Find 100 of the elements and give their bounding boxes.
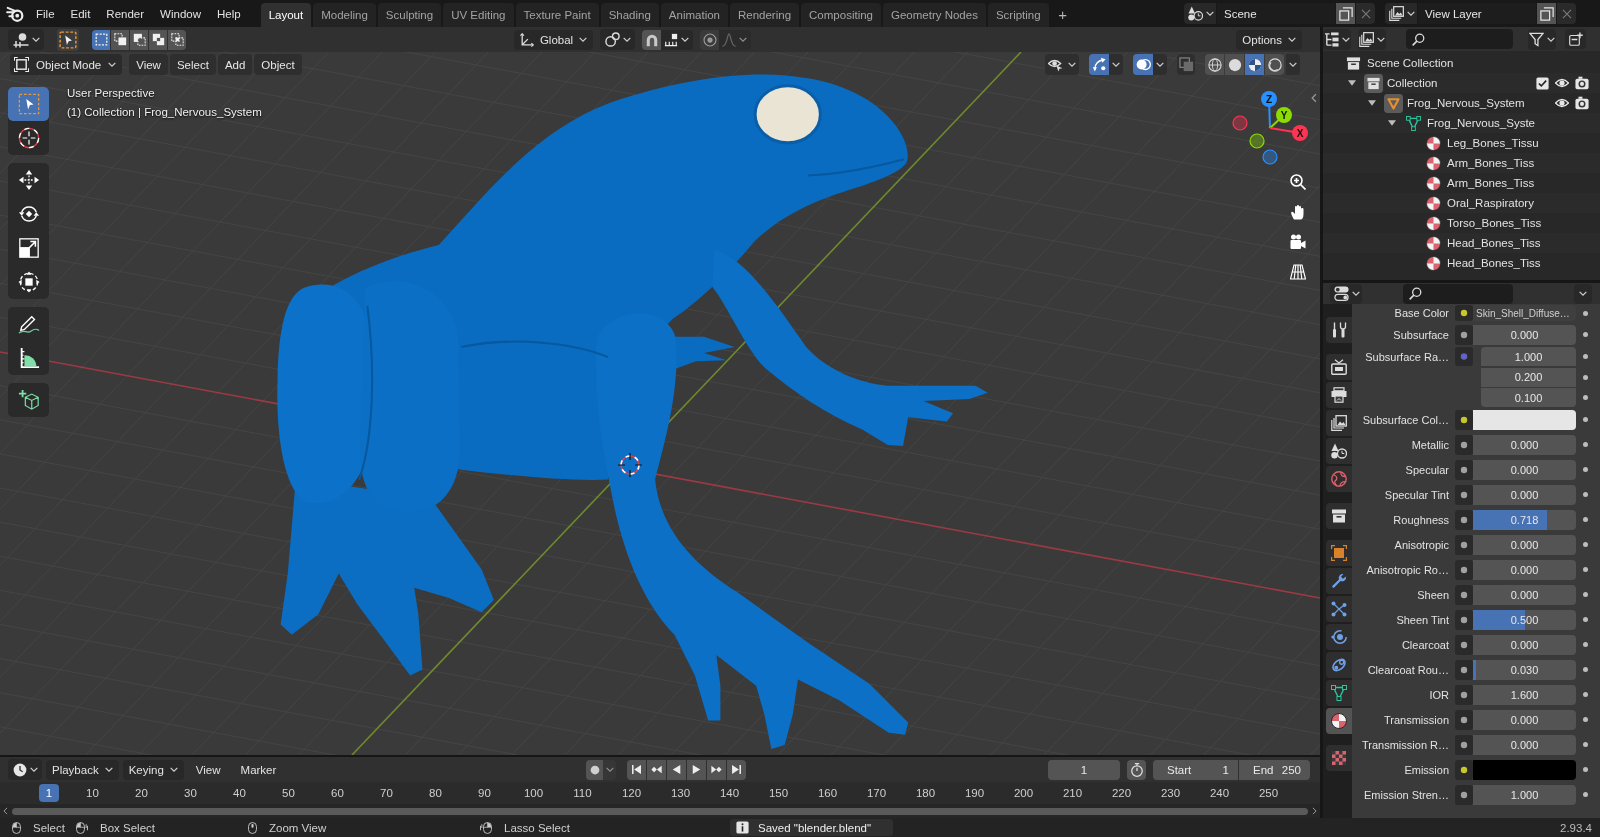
- playback-button[interactable]: [647, 759, 667, 780]
- duplicate-button[interactable]: [1537, 3, 1556, 24]
- workspace-tab[interactable]: Modeling: [313, 3, 376, 27]
- select-mode-button[interactable]: [149, 29, 167, 50]
- properties-tab[interactable]: [1326, 708, 1352, 734]
- keyframe-dot-icon[interactable]: [1582, 617, 1588, 622]
- outliner-row[interactable]: Arm_Bones_Tiss: [1323, 173, 1600, 193]
- properties-tab[interactable]: [1326, 354, 1352, 380]
- select-mode-button[interactable]: [111, 29, 129, 50]
- shading-button[interactable]: [1245, 54, 1264, 75]
- number-field[interactable]: 0.000: [1473, 534, 1576, 555]
- end-frame-field[interactable]: End 250: [1239, 759, 1310, 780]
- properties-tab[interactable]: [1326, 568, 1352, 594]
- properties-tab[interactable]: [1326, 624, 1352, 650]
- workspace-tab[interactable]: UV Editing: [443, 3, 514, 27]
- editor-type-dropdown[interactable]: [8, 759, 42, 780]
- number-field[interactable]: 1.000: [1473, 784, 1576, 805]
- playback-button[interactable]: [667, 759, 687, 780]
- number-field[interactable]: 1.000: [1481, 347, 1576, 366]
- shading-button[interactable]: [1265, 54, 1284, 75]
- number-field[interactable]: 0.000: [1473, 584, 1576, 605]
- axis-dot-icon[interactable]: [1249, 133, 1265, 149]
- keyframe-dot-icon[interactable]: [1582, 354, 1588, 359]
- keyframe-dot-icon[interactable]: [1582, 442, 1588, 447]
- keyframe-dot-icon[interactable]: [1582, 742, 1588, 747]
- snap-toggle[interactable]: [642, 29, 662, 50]
- shading-button[interactable]: [1225, 54, 1244, 75]
- outliner-row[interactable]: Head_Bones_Tiss: [1323, 253, 1600, 273]
- start-frame-field[interactable]: Start 1: [1153, 759, 1238, 780]
- keyframe-dot-icon[interactable]: [1582, 517, 1588, 522]
- overlay-toggle[interactable]: [1133, 54, 1153, 75]
- outliner-row[interactable]: Scene Collection: [1323, 53, 1600, 73]
- pivot-dropdown[interactable]: [8, 29, 44, 50]
- keyframe-dot-icon[interactable]: [1582, 667, 1588, 672]
- current-frame-field[interactable]: 1: [1048, 759, 1120, 780]
- outliner-row[interactable]: Torso_Bones_Tiss: [1323, 213, 1600, 233]
- select-mode-button[interactable]: [168, 29, 186, 50]
- auto-keying-button[interactable]: [586, 759, 604, 780]
- keyframe-dot-icon[interactable]: [1582, 717, 1588, 722]
- menu-item[interactable]: Render: [98, 3, 153, 24]
- axis-dot-icon[interactable]: [1232, 115, 1248, 131]
- axis-handle[interactable]: X: [1269, 125, 1308, 141]
- workspace-tab[interactable]: Sculpting: [377, 3, 442, 27]
- editor-type-dropdown[interactable]: [1330, 283, 1362, 304]
- keyframe-dot-icon[interactable]: [1582, 567, 1588, 572]
- number-field[interactable]: 1.600: [1473, 684, 1576, 705]
- orientation-dropdown[interactable]: Global: [513, 29, 594, 50]
- visibility-dropdown[interactable]: [1045, 54, 1065, 75]
- preview-range-button[interactable]: [1127, 759, 1146, 780]
- pivot-point-dropdown[interactable]: [600, 29, 636, 50]
- view-dropdown[interactable]: [1358, 28, 1386, 50]
- axis-dot-icon[interactable]: [1262, 149, 1278, 165]
- view-layer-selector-button[interactable]: [1385, 3, 1417, 24]
- menu-item[interactable]: Add: [217, 54, 253, 75]
- keyframe-dot-icon[interactable]: [1582, 542, 1588, 547]
- properties-tab[interactable]: [1326, 382, 1352, 408]
- menu-dropdown[interactable]: Playback: [46, 759, 119, 780]
- remove-button[interactable]: [1356, 3, 1375, 24]
- keyframe-dot-icon[interactable]: [1582, 332, 1588, 337]
- search-field[interactable]: [1403, 283, 1513, 304]
- menu-item[interactable]: Object: [254, 54, 302, 75]
- axis-handle[interactable]: Z: [1261, 91, 1277, 129]
- color-swatch[interactable]: [1473, 409, 1576, 430]
- playback-button[interactable]: [687, 759, 707, 780]
- linked-node-field[interactable]: Skin_Shell_Diffuse…: [1473, 305, 1576, 321]
- add-workspace-button[interactable]: +: [1052, 4, 1073, 25]
- select-mode-button[interactable]: [130, 29, 148, 50]
- outliner-row[interactable]: Frog_Nervous_System: [1323, 93, 1600, 113]
- xray-toggle[interactable]: [1177, 54, 1195, 75]
- properties-tab[interactable]: [1326, 680, 1352, 706]
- options-dropdown[interactable]: Options: [1236, 29, 1302, 50]
- search-field[interactable]: [1406, 29, 1513, 49]
- number-field[interactable]: 0.000: [1473, 634, 1576, 655]
- number-field[interactable]: 0.000: [1473, 324, 1576, 345]
- keyframe-dot-icon[interactable]: [1582, 692, 1588, 697]
- properties-tab[interactable]: [1326, 652, 1352, 678]
- keyframe-dot-icon[interactable]: [1582, 417, 1588, 422]
- menu-item[interactable]: View: [187, 759, 229, 780]
- dropdown-button[interactable]: [1153, 54, 1167, 75]
- remove-button[interactable]: [1557, 3, 1576, 24]
- workspace-tab[interactable]: Scripting: [987, 3, 1049, 27]
- number-field[interactable]: 0.000: [1473, 709, 1576, 730]
- workspace-tab[interactable]: Animation: [660, 3, 728, 27]
- keyframe-dot-icon[interactable]: [1582, 310, 1588, 316]
- gizmo-toggle[interactable]: [1089, 54, 1109, 75]
- menu-item[interactable]: Marker: [232, 759, 285, 780]
- workspace-tab[interactable]: Rendering: [730, 3, 800, 27]
- menu-item[interactable]: Window: [152, 3, 209, 24]
- dropdown-button[interactable]: [1286, 54, 1300, 75]
- playback-button[interactable]: [707, 759, 727, 780]
- keyframe-dot-icon[interactable]: [1582, 792, 1588, 797]
- menu-dropdown[interactable]: Keying: [122, 759, 184, 780]
- slider-field[interactable]: 0.030: [1473, 659, 1576, 680]
- dropdown-button[interactable]: [1574, 283, 1592, 304]
- select-mode-button[interactable]: [92, 29, 110, 50]
- playhead[interactable]: 1: [39, 784, 59, 802]
- outliner-row[interactable]: Leg_Bones_Tissu: [1323, 133, 1600, 153]
- shading-button[interactable]: [1205, 54, 1224, 75]
- proportional-edit-toggle[interactable]: [700, 29, 720, 50]
- menu-item[interactable]: Select: [169, 54, 216, 75]
